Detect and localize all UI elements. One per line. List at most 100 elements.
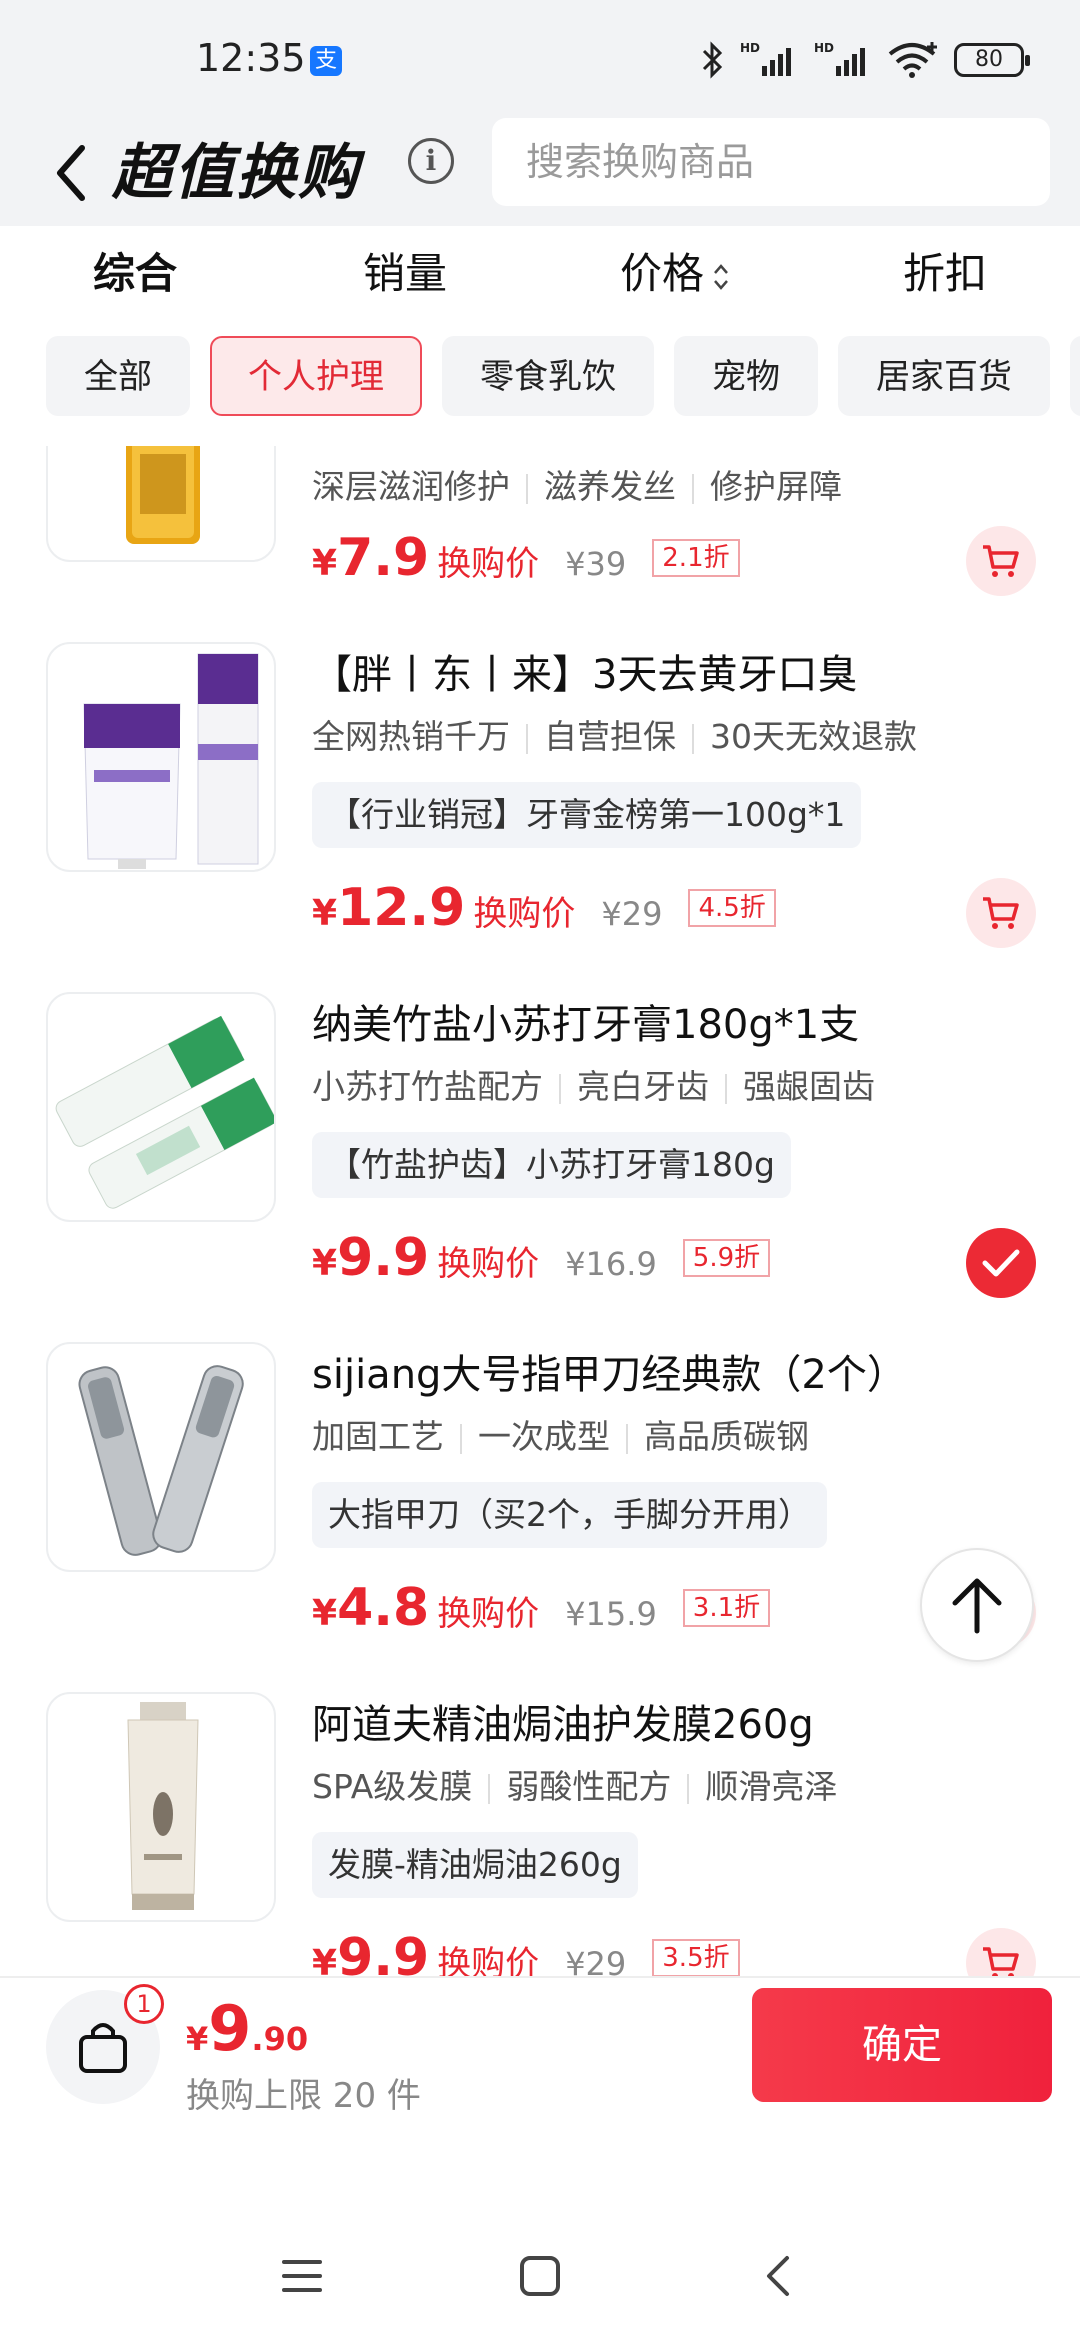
price-row: ¥9.9 换购价 ¥16.9 5.9折: [312, 1228, 771, 1288]
exchange-limit-text: 换购上限 20 件: [186, 2076, 421, 2116]
hair-oil-bottle-image: [126, 446, 200, 544]
system-nav-bar: [0, 2126, 1080, 2340]
alipay-notification-icon: 支: [310, 46, 342, 76]
price-label: 换购价: [437, 1594, 540, 1634]
category-chip-personal-care[interactable]: 个人护理: [210, 336, 422, 416]
category-chip-more[interactable]: [1070, 336, 1080, 416]
discount-badge: 2.1折: [652, 539, 740, 577]
product-name: sijiang大号指甲刀经典款（2个）: [312, 1352, 907, 1398]
back-button[interactable]: [48, 138, 98, 208]
promo-label: 大指甲刀（买2个，手脚分开用）: [312, 1482, 827, 1548]
product-tags: 全网热销千万 自营担保 30天无效退款: [312, 717, 917, 756]
bottom-bar: 1 ¥9.90 换购上限 20 件 确定: [0, 1976, 1080, 2126]
price-label: 换购价: [437, 544, 540, 584]
signal-icon: HD: [740, 41, 791, 76]
product-tags: 深层滋润修护 滋养发丝 修护屏障: [312, 467, 842, 506]
exchange-price: ¥4.8: [312, 1578, 430, 1638]
original-price: ¥16.9: [565, 1245, 657, 1283]
status-icons: HD HD 80: [700, 40, 1030, 80]
cart-icon: [983, 545, 1019, 577]
price-row: ¥12.9 换购价 ¥29 4.5折: [312, 878, 776, 938]
product-image: [46, 446, 276, 562]
back-arrow-icon: [57, 145, 85, 201]
total-price: ¥9.90: [186, 1992, 309, 2065]
battery-icon: 80: [954, 43, 1030, 77]
home-square-icon: [520, 2256, 560, 2296]
discount-badge: 4.5折: [688, 889, 776, 927]
sort-tab-comprehensive[interactable]: 综合: [0, 226, 270, 336]
status-time: 12:35: [196, 36, 306, 80]
product-tags: 小苏打竹盐配方 亮白牙齿 强龈固齿: [312, 1067, 875, 1106]
product-item[interactable]: 纳美竹盐小苏打牙膏180g*1支 小苏打竹盐配方 亮白牙齿 强龈固齿 【竹盐护齿】小…: [0, 992, 1080, 1340]
original-price: ¥39: [565, 545, 627, 583]
sort-tab-label: 折扣: [902, 249, 987, 298]
signal-icon-2: HD: [814, 41, 865, 76]
product-item[interactable]: 阿道夫精油焗油护发膜260g SPA级发膜 弱酸性配方 顺滑亮泽 发膜-精油焗油26…: [0, 1692, 1080, 1976]
menu-nav-button[interactable]: [272, 2246, 332, 2306]
category-chip-home[interactable]: 居家百货: [838, 336, 1050, 416]
sort-tab-discount[interactable]: 折扣: [810, 226, 1080, 336]
sort-tab-label: 销量: [362, 249, 447, 298]
page-title: 超值换购: [112, 138, 360, 208]
price-row: ¥7.9 换购价 ¥39 2.1折: [312, 528, 740, 588]
product-tags: SPA级发膜 弱酸性配方 顺滑亮泽: [312, 1767, 838, 1806]
product-image: [46, 1342, 276, 1572]
sort-tab-price[interactable]: 价格: [540, 226, 810, 336]
price-label: 换购价: [473, 894, 576, 934]
toothpaste-green-image: [55, 1015, 274, 1209]
svg-text:HD: HD: [740, 41, 760, 55]
promo-label: 【行业销冠】牙膏金榜第一100g*1: [312, 782, 862, 848]
exchange-price: ¥12.9: [312, 878, 466, 938]
bag-count-badge: 1: [124, 1984, 164, 2024]
exchange-price: ¥9.9: [312, 1928, 430, 1976]
scroll-to-top-button[interactable]: [920, 1548, 1034, 1662]
product-tags: 加固工艺 一次成型 高品质碳钢: [312, 1417, 809, 1456]
category-chip-all[interactable]: 全部: [46, 336, 190, 416]
search-box[interactable]: [492, 118, 1050, 206]
search-input[interactable]: [526, 140, 1016, 184]
price-row: ¥9.9 换购价 ¥29 3.5折: [312, 1928, 740, 1976]
original-price: ¥29: [601, 895, 663, 933]
price-label: 换购价: [437, 1244, 540, 1284]
sort-tab-label: 综合: [92, 249, 177, 298]
product-item[interactable]: 【胖丨东丨来】3天去黄牙口臭 全网热销千万 自营担保 30天无效退款 【行业销冠】牙…: [0, 642, 1080, 990]
add-to-cart-button[interactable]: [966, 878, 1036, 948]
header: 超值换购 i: [0, 118, 1080, 226]
product-image: [46, 642, 276, 872]
back-triangle-icon: [767, 2256, 789, 2296]
product-list[interactable]: 深层滋润修护 滋养发丝 修护屏障 ¥7.9 换购价 ¥39 2.1折 【胖丨东丨来】…: [0, 446, 1080, 1976]
price-row: ¥4.8 换购价 ¥15.9 3.1折: [312, 1578, 771, 1638]
wifi-icon: [888, 42, 937, 78]
exchange-price: ¥9.9: [312, 1228, 430, 1288]
discount-badge: 3.5折: [652, 1939, 740, 1976]
sort-tab-label: 价格: [619, 249, 704, 298]
home-nav-button[interactable]: [510, 2246, 570, 2306]
discount-badge: 3.1折: [682, 1589, 771, 1627]
exchange-price: ¥7.9: [312, 528, 430, 588]
svg-text:HD: HD: [814, 41, 834, 55]
nail-clippers-image: [78, 1365, 244, 1556]
info-icon[interactable]: i: [408, 138, 454, 184]
original-price: ¥29: [565, 1945, 627, 1976]
add-to-cart-button[interactable]: [966, 526, 1036, 596]
promo-label: 发膜-精油焗油260g: [312, 1832, 638, 1898]
selected-check-button[interactable]: [966, 1228, 1036, 1298]
discount-badge: 5.9折: [682, 1239, 771, 1277]
shopping-bag-icon: [79, 2023, 127, 2073]
category-chip-snacks[interactable]: 零食乳饮: [442, 336, 654, 416]
product-image: [46, 1692, 276, 1922]
sort-tab-sales[interactable]: 销量: [270, 226, 540, 336]
status-bar: 12:35 支 HD HD 80: [0, 0, 1080, 118]
product-item[interactable]: sijiang大号指甲刀经典款（2个） 加固工艺 一次成型 高品质碳钢 大指甲刀（买…: [0, 1342, 1080, 1690]
menu-icon: [282, 2260, 322, 2292]
bluetooth-icon: [702, 41, 723, 79]
arrow-up-icon: [952, 1578, 1002, 1634]
cart-icon: [983, 1947, 1019, 1976]
product-name: 阿道夫精油焗油护发膜260g: [312, 1702, 814, 1748]
product-name: 【胖丨东丨来】3天去黄牙口臭: [312, 652, 858, 698]
confirm-button[interactable]: 确定: [752, 1988, 1052, 2102]
add-to-cart-button[interactable]: [966, 1928, 1036, 1976]
category-chip-pets[interactable]: 宠物: [674, 336, 818, 416]
back-nav-button[interactable]: [748, 2246, 808, 2306]
checkmark-icon: [982, 1249, 1020, 1277]
